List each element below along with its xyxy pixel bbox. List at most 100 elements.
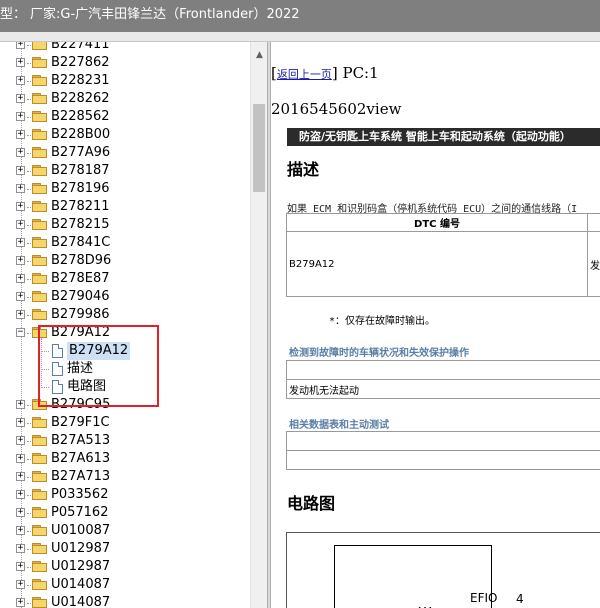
expand-icon[interactable]: +: [16, 526, 25, 535]
expand-icon[interactable]: +: [16, 112, 25, 121]
expand-icon[interactable]: +: [16, 472, 25, 481]
circuit-heading: 电路图: [287, 494, 336, 513]
tree-connector: [27, 441, 31, 442]
tree-item[interactable]: + B278215: [0, 216, 250, 234]
nav-line: [返回上一页] PC:1: [271, 64, 379, 82]
tree-item[interactable]: + B27A513: [0, 432, 250, 450]
folder-icon: [32, 147, 47, 158]
tree-item[interactable]: + P057162: [0, 504, 250, 522]
tree-item[interactable]: + U014087: [0, 594, 250, 608]
tree-item-label: B228562: [51, 109, 110, 124]
folder-icon: [32, 237, 47, 248]
expand-icon[interactable]: +: [16, 598, 25, 607]
tree-item[interactable]: + B278211: [0, 198, 250, 216]
expand-icon[interactable]: +: [16, 220, 25, 229]
tree-item[interactable]: + B278E87: [0, 270, 250, 288]
tree-item-label: B228231: [51, 73, 110, 88]
tree-item[interactable]: + B279F1C: [0, 414, 250, 432]
tree-item[interactable]: + B278187: [0, 162, 250, 180]
expand-icon[interactable]: +: [16, 238, 25, 247]
dtc-cut-cell: 发: [587, 231, 600, 297]
expand-icon[interactable]: +: [16, 94, 25, 103]
folder-icon: [32, 489, 47, 500]
conditions-table: 检 发动机无法起动: [286, 360, 600, 399]
expand-icon[interactable]: +: [16, 202, 25, 211]
expand-icon[interactable]: +: [16, 256, 25, 265]
tree-item[interactable]: + B228231: [0, 72, 250, 90]
circuit-diagram: ʌʌʌ EFIO 4: [286, 532, 600, 608]
tree-item-label: B27A713: [51, 469, 111, 484]
tree-item-label: B279986: [51, 307, 110, 322]
expand-icon[interactable]: +: [16, 310, 25, 319]
tree-item-label: U010087: [51, 523, 111, 538]
folder-icon: [32, 507, 47, 518]
tree-item[interactable]: + B278196: [0, 180, 250, 198]
expand-icon[interactable]: +: [16, 490, 25, 499]
expand-icon[interactable]: +: [16, 454, 25, 463]
tree-item[interactable]: + P033562: [0, 486, 250, 504]
expand-icon[interactable]: +: [16, 292, 25, 301]
tree-item[interactable]: + B278D96: [0, 252, 250, 270]
folder-icon: [32, 93, 47, 104]
back-link[interactable]: 返回上一页: [277, 68, 332, 81]
tree-item[interactable]: + U014087: [0, 576, 250, 594]
expand-icon[interactable]: +: [16, 580, 25, 589]
expand-icon[interactable]: +: [16, 148, 25, 157]
tree-item-label: B228262: [51, 91, 110, 106]
tree-item[interactable]: + B228262: [0, 90, 250, 108]
tree-item[interactable]: + U012987: [0, 540, 250, 558]
expand-icon[interactable]: +: [16, 184, 25, 193]
folder-icon: [32, 57, 47, 68]
tree-connector: [27, 513, 31, 514]
tree-item[interactable]: + B227862: [0, 54, 250, 72]
folder-icon: [32, 273, 47, 284]
tree-connector: [27, 63, 31, 64]
expand-icon[interactable]: +: [16, 418, 25, 427]
expand-icon[interactable]: +: [16, 58, 25, 67]
tree-item[interactable]: + B228B00: [0, 126, 250, 144]
page-counter: PC:1: [342, 64, 379, 82]
expand-icon[interactable]: +: [16, 508, 25, 517]
tree-connector: [27, 99, 31, 100]
expand-icon[interactable]: +: [16, 436, 25, 445]
tree-item[interactable]: + B27A713: [0, 468, 250, 486]
tree-item-label: B278D96: [51, 253, 112, 268]
tree-item[interactable]: + B228562: [0, 108, 250, 126]
tree-item-label: B278187: [51, 163, 110, 178]
tree-connector: [27, 153, 31, 154]
tree-item[interactable]: + B27A613: [0, 450, 250, 468]
expand-icon[interactable]: +: [16, 544, 25, 553]
tree-item[interactable]: + U010087: [0, 522, 250, 540]
folder-icon: [32, 435, 47, 446]
tree-item[interactable]: + B27841C: [0, 234, 250, 252]
tree-item-label: U012987: [51, 559, 111, 574]
folder-icon: [32, 561, 47, 572]
title-manufacturer: 厂家:G-广汽丰田锋兰达（Frontlander）2022: [30, 7, 300, 22]
expand-icon[interactable]: +: [16, 274, 25, 283]
tree-connector: [27, 567, 31, 568]
tree-connector: [27, 423, 31, 424]
tree-item[interactable]: + B279046: [0, 288, 250, 306]
tree-connector: [27, 207, 31, 208]
tree-item-label: B278E87: [51, 271, 110, 286]
tree-scrollbar[interactable]: ▲: [250, 42, 267, 608]
expand-icon[interactable]: +: [16, 166, 25, 175]
expand-icon[interactable]: +: [16, 400, 25, 409]
tree-connector: [27, 459, 31, 460]
collapse-icon[interactable]: −: [16, 328, 25, 337]
highlight-box: [38, 325, 159, 407]
tree-item-label: P033562: [51, 487, 109, 502]
tree-item[interactable]: + B277A96: [0, 144, 250, 162]
tree-item-label: B27841C: [51, 235, 111, 250]
folder-icon: [32, 219, 47, 230]
expand-icon[interactable]: +: [16, 42, 25, 49]
tree-item[interactable]: + B227411: [0, 42, 250, 54]
expand-icon[interactable]: +: [16, 130, 25, 139]
tree-connector: [27, 279, 31, 280]
tree-item[interactable]: + B279986: [0, 306, 250, 324]
tree-item[interactable]: + U012987: [0, 558, 250, 576]
expand-icon[interactable]: +: [16, 562, 25, 571]
scroll-up-icon[interactable]: ▲: [251, 48, 268, 62]
scroll-thumb[interactable]: [253, 104, 265, 192]
expand-icon[interactable]: +: [16, 76, 25, 85]
